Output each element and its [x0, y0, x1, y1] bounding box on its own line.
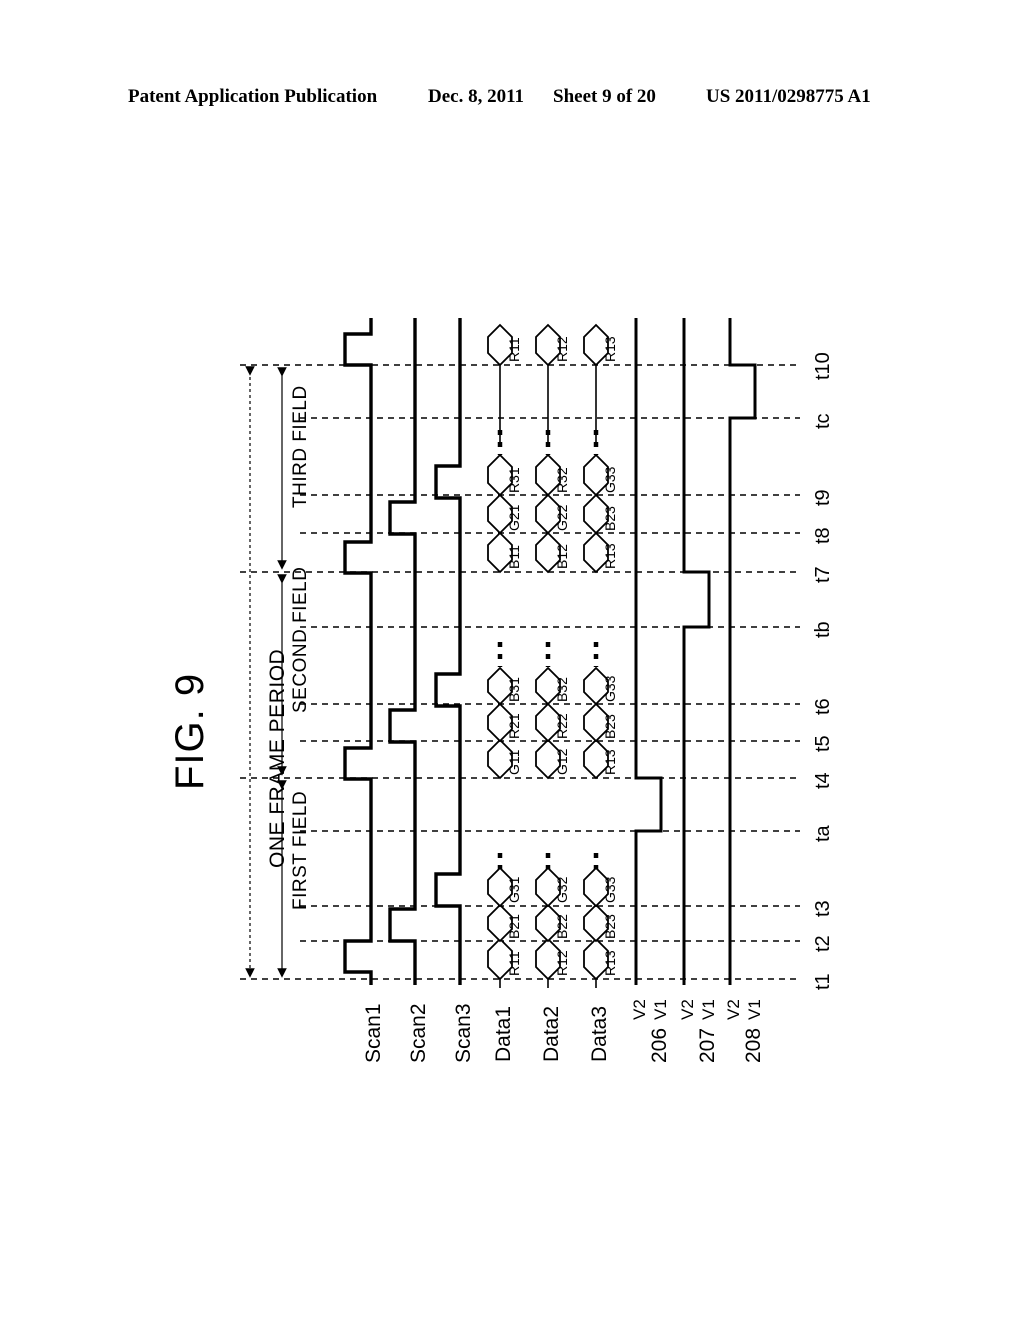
data2-cell-b32: B32: [554, 677, 570, 702]
signal-label-scan3: Scan3: [452, 1003, 475, 1063]
data3-cell-g33-first: G33: [602, 876, 618, 903]
time-tick-tb: tb: [812, 621, 834, 638]
signal-label-208: 208: [742, 1027, 765, 1063]
data3-cell-top: R13: [602, 336, 618, 362]
waveform-208: [728, 318, 757, 985]
data2-cell-r22: R22: [554, 713, 570, 739]
signal-label-data1: Data1: [492, 1005, 515, 1062]
field-label-third: THIRD FIELD: [290, 385, 311, 508]
data2-cell-g32: G32: [554, 876, 570, 903]
data2-cell-g22: G22: [554, 504, 570, 531]
data1-cell-g31: G31: [506, 876, 522, 903]
time-tick-t9: t9: [812, 489, 834, 506]
data3-cell-b23-second: B23: [602, 714, 618, 739]
figure-title: FIG. 9: [168, 672, 212, 790]
data3-cell-r13-second: R13: [602, 749, 618, 775]
signal-label-207: 207: [696, 1027, 719, 1063]
data1-cell-r11: R11: [506, 951, 522, 976]
signal-207-v2: V2: [678, 999, 697, 1020]
data2-cell-r12: R12: [554, 950, 570, 976]
data1-cell-g11: G11: [506, 749, 522, 775]
one-frame-period-label: ONE FRAME PERIOD: [266, 648, 289, 868]
signal-label-scan2: Scan2: [407, 1003, 430, 1063]
data1-cell-b21: B21: [506, 914, 522, 939]
time-tick-ta: ta: [812, 825, 834, 842]
data3-cell-g33-third: G33: [602, 466, 618, 493]
signal-label-data3: Data3: [588, 1005, 611, 1062]
data2-cell-b22: B22: [554, 914, 570, 939]
data1-cell-b31: B31: [506, 677, 522, 702]
time-tick-t7: t7: [812, 566, 834, 583]
data1-cell-b11: B11: [506, 545, 522, 569]
data1-cell-r21: R21: [506, 713, 522, 739]
figure-9-timing-diagram: FIG. 9 ONE FRAME PERIOD FIRST FIELD SECO…: [0, 0, 1024, 1320]
data1-cell-g21: G21: [506, 504, 522, 531]
time-tick-t4: t4: [812, 772, 834, 789]
signal-208-v1: V1: [745, 999, 764, 1020]
data3-cell-g33-second: G33: [602, 675, 618, 702]
time-tick-t2: t2: [812, 935, 834, 952]
time-tick-tc: tc: [812, 413, 834, 429]
signal-206-v2: V2: [630, 999, 649, 1020]
timing-diagram-svg: [240, 318, 800, 988]
time-tick-t5: t5: [812, 735, 834, 752]
data3-cell-b23-third: B23: [602, 506, 618, 531]
data1-cell-top: R11: [506, 337, 522, 362]
time-tick-t8: t8: [812, 527, 834, 544]
field-label-first: FIRST FIELD: [290, 790, 311, 910]
data2-cell-r32: R32: [554, 467, 570, 493]
signal-label-data2: Data2: [540, 1005, 563, 1062]
data1-cell-r31: R31: [506, 467, 522, 493]
data2-cell-top: R12: [554, 336, 570, 362]
signal-207-v1: V1: [699, 999, 718, 1020]
data3-cell-r13-third: R13: [602, 543, 618, 569]
signal-label-206: 206: [648, 1027, 671, 1063]
time-tick-t6: t6: [812, 698, 834, 715]
field-label-second: SECOND FIELD: [290, 566, 311, 713]
signal-206-v1: V1: [651, 999, 670, 1020]
data3-cell-r13-first: R13: [602, 950, 618, 976]
time-tick-t10: t10: [812, 352, 834, 380]
data3-cell-b23-first: B23: [602, 914, 618, 939]
data2-cell-g12: G12: [554, 748, 570, 775]
data2-cell-b12: B12: [554, 544, 570, 569]
signal-label-scan1: Scan1: [362, 1003, 385, 1063]
time-tick-t1: t1: [812, 973, 834, 990]
signal-208-v2: V2: [724, 999, 743, 1020]
time-tick-t3: t3: [812, 900, 834, 917]
